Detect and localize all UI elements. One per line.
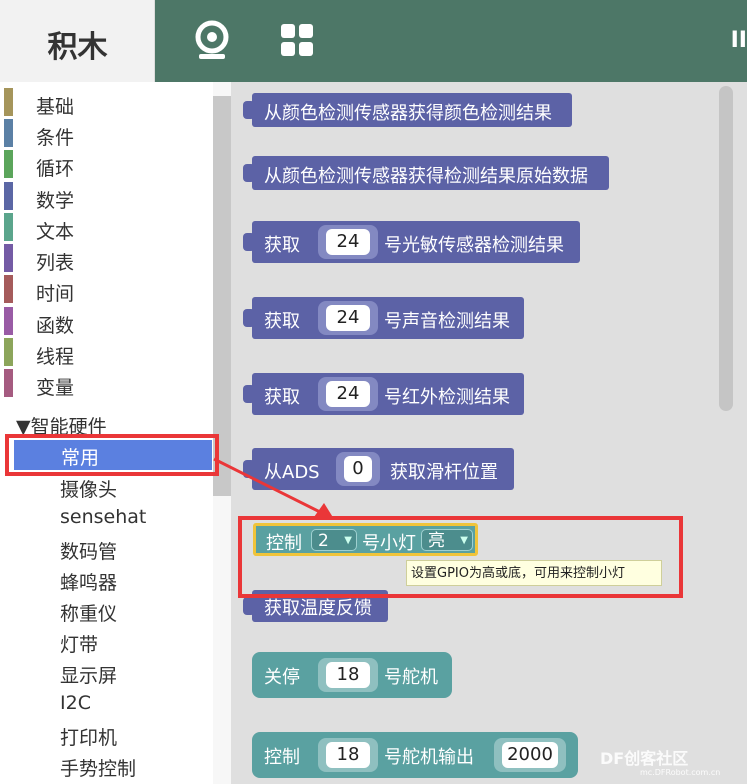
block-stop-servo[interactable]: 关停 18 号舵机 xyxy=(252,652,452,698)
category-swatch xyxy=(4,182,13,210)
block-sound-sensor[interactable]: 获取 24 号声音检测结果 xyxy=(243,297,524,339)
header-tab-blocks[interactable]: 积木 xyxy=(0,0,155,82)
camera-icon[interactable] xyxy=(191,19,233,61)
block-light-sensor[interactable]: 获取 24 号光敏传感器检测结果 xyxy=(243,221,580,263)
subcategory-camera[interactable]: 摄像头 xyxy=(60,475,117,502)
block-label: 号光敏传感器检测结果 xyxy=(384,235,564,256)
category-label: 变量 xyxy=(36,377,75,399)
category-time[interactable]: 时间 xyxy=(0,275,213,305)
block-color-sensor-raw[interactable]: 从颜色检测传感器获得检测结果原始数据 xyxy=(243,156,609,190)
block-label: 号声音检测结果 xyxy=(384,311,510,332)
block-label: 号舵机 xyxy=(384,667,438,688)
category-swatch xyxy=(4,307,13,335)
watermark-logo: DF创客社区 xyxy=(600,749,689,768)
block-label: 号舵机输出 xyxy=(384,747,474,768)
block-label: 获取 xyxy=(264,387,300,408)
block-label: 获取 xyxy=(264,311,300,332)
servo-output-input[interactable]: 2000 xyxy=(502,742,558,768)
port-number-input[interactable]: 24 xyxy=(326,381,370,407)
header-title: 积木 xyxy=(47,30,108,65)
block-label: 从颜色检测传感器获得检测结果原始数据 xyxy=(264,166,588,187)
category-label: 循环 xyxy=(36,158,75,180)
category-conditions[interactable]: 条件 xyxy=(0,119,213,149)
port-number-input[interactable]: 24 xyxy=(326,305,370,331)
block-label: 获取滑杆位置 xyxy=(390,462,498,483)
category-functions[interactable]: 函数 xyxy=(0,307,213,337)
category-label: 时间 xyxy=(36,283,75,305)
block-plug xyxy=(243,233,255,251)
ads-channel-input[interactable]: 0 xyxy=(344,456,372,482)
block-infrared-sensor[interactable]: 获取 24 号红外检测结果 xyxy=(243,373,524,415)
grid-icon[interactable] xyxy=(280,23,314,57)
flyout-scrollbar-thumb[interactable] xyxy=(719,86,733,411)
category-lists[interactable]: 列表 xyxy=(0,244,213,274)
block-label: 从颜色检测传感器获得颜色检测结果 xyxy=(264,103,552,124)
header-toolbar: II xyxy=(155,0,747,82)
category-label: 条件 xyxy=(36,127,75,149)
category-text[interactable]: 文本 xyxy=(0,213,213,243)
category-label: 函数 xyxy=(36,315,75,337)
category-label: 列表 xyxy=(36,252,75,274)
block-label: 关停 xyxy=(264,667,300,688)
subcategory-light-strip[interactable]: 灯带 xyxy=(60,630,98,657)
category-swatch xyxy=(4,88,13,116)
annotation-arrow-icon xyxy=(213,457,334,519)
category-threads[interactable]: 线程 xyxy=(0,338,213,368)
block-label: 控制 xyxy=(264,747,300,768)
subcategory-display[interactable]: 显示屏 xyxy=(60,661,117,688)
annotation-box-selected-category xyxy=(5,434,219,476)
category-label: 文本 xyxy=(36,221,75,243)
category-label: 基础 xyxy=(36,96,75,118)
block-plug xyxy=(243,164,255,182)
annotation-box-led-block xyxy=(238,516,683,598)
block-control-servo-output[interactable]: 控制 18 号舵机输出 2000 xyxy=(252,732,578,778)
servo-number-input[interactable]: 18 xyxy=(326,662,370,688)
block-plug xyxy=(243,385,255,403)
subcategory-printer[interactable]: 打印机 xyxy=(60,723,117,750)
category-swatch xyxy=(4,275,13,303)
category-basic[interactable]: 基础 xyxy=(0,88,213,118)
category-swatch xyxy=(4,150,13,178)
subcategory-sensehat[interactable]: sensehat xyxy=(60,506,146,528)
category-swatch xyxy=(4,213,13,241)
category-swatch xyxy=(4,244,13,272)
block-label: 获取 xyxy=(264,235,300,256)
port-number-input[interactable]: 24 xyxy=(326,229,370,255)
category-swatch xyxy=(4,369,13,397)
header-edge-text: II xyxy=(730,28,747,53)
category-label: 线程 xyxy=(36,346,75,368)
subcategory-gesture[interactable]: 手势控制 xyxy=(60,754,136,781)
subcategory-buzzer[interactable]: 蜂鸣器 xyxy=(60,568,117,595)
category-variables[interactable]: 变量 xyxy=(0,369,213,399)
watermark-subtext: mc.DFRobot.com.cn xyxy=(640,768,721,777)
block-plug xyxy=(243,101,255,119)
block-plug xyxy=(243,309,255,327)
category-swatch xyxy=(4,119,13,147)
subcategory-digital-tube[interactable]: 数码管 xyxy=(60,537,117,564)
category-swatch xyxy=(4,338,13,366)
servo-number-input[interactable]: 18 xyxy=(326,742,370,768)
category-loops[interactable]: 循环 xyxy=(0,150,213,180)
block-color-sensor-result[interactable]: 从颜色检测传感器获得颜色检测结果 xyxy=(243,93,572,127)
subcategory-scale[interactable]: 称重仪 xyxy=(60,599,117,626)
category-label: 数学 xyxy=(36,190,75,212)
block-label: 号红外检测结果 xyxy=(384,387,510,408)
category-math[interactable]: 数学 xyxy=(0,182,213,212)
block-plug xyxy=(243,597,255,615)
subcategory-i2c[interactable]: I2C xyxy=(60,692,91,714)
